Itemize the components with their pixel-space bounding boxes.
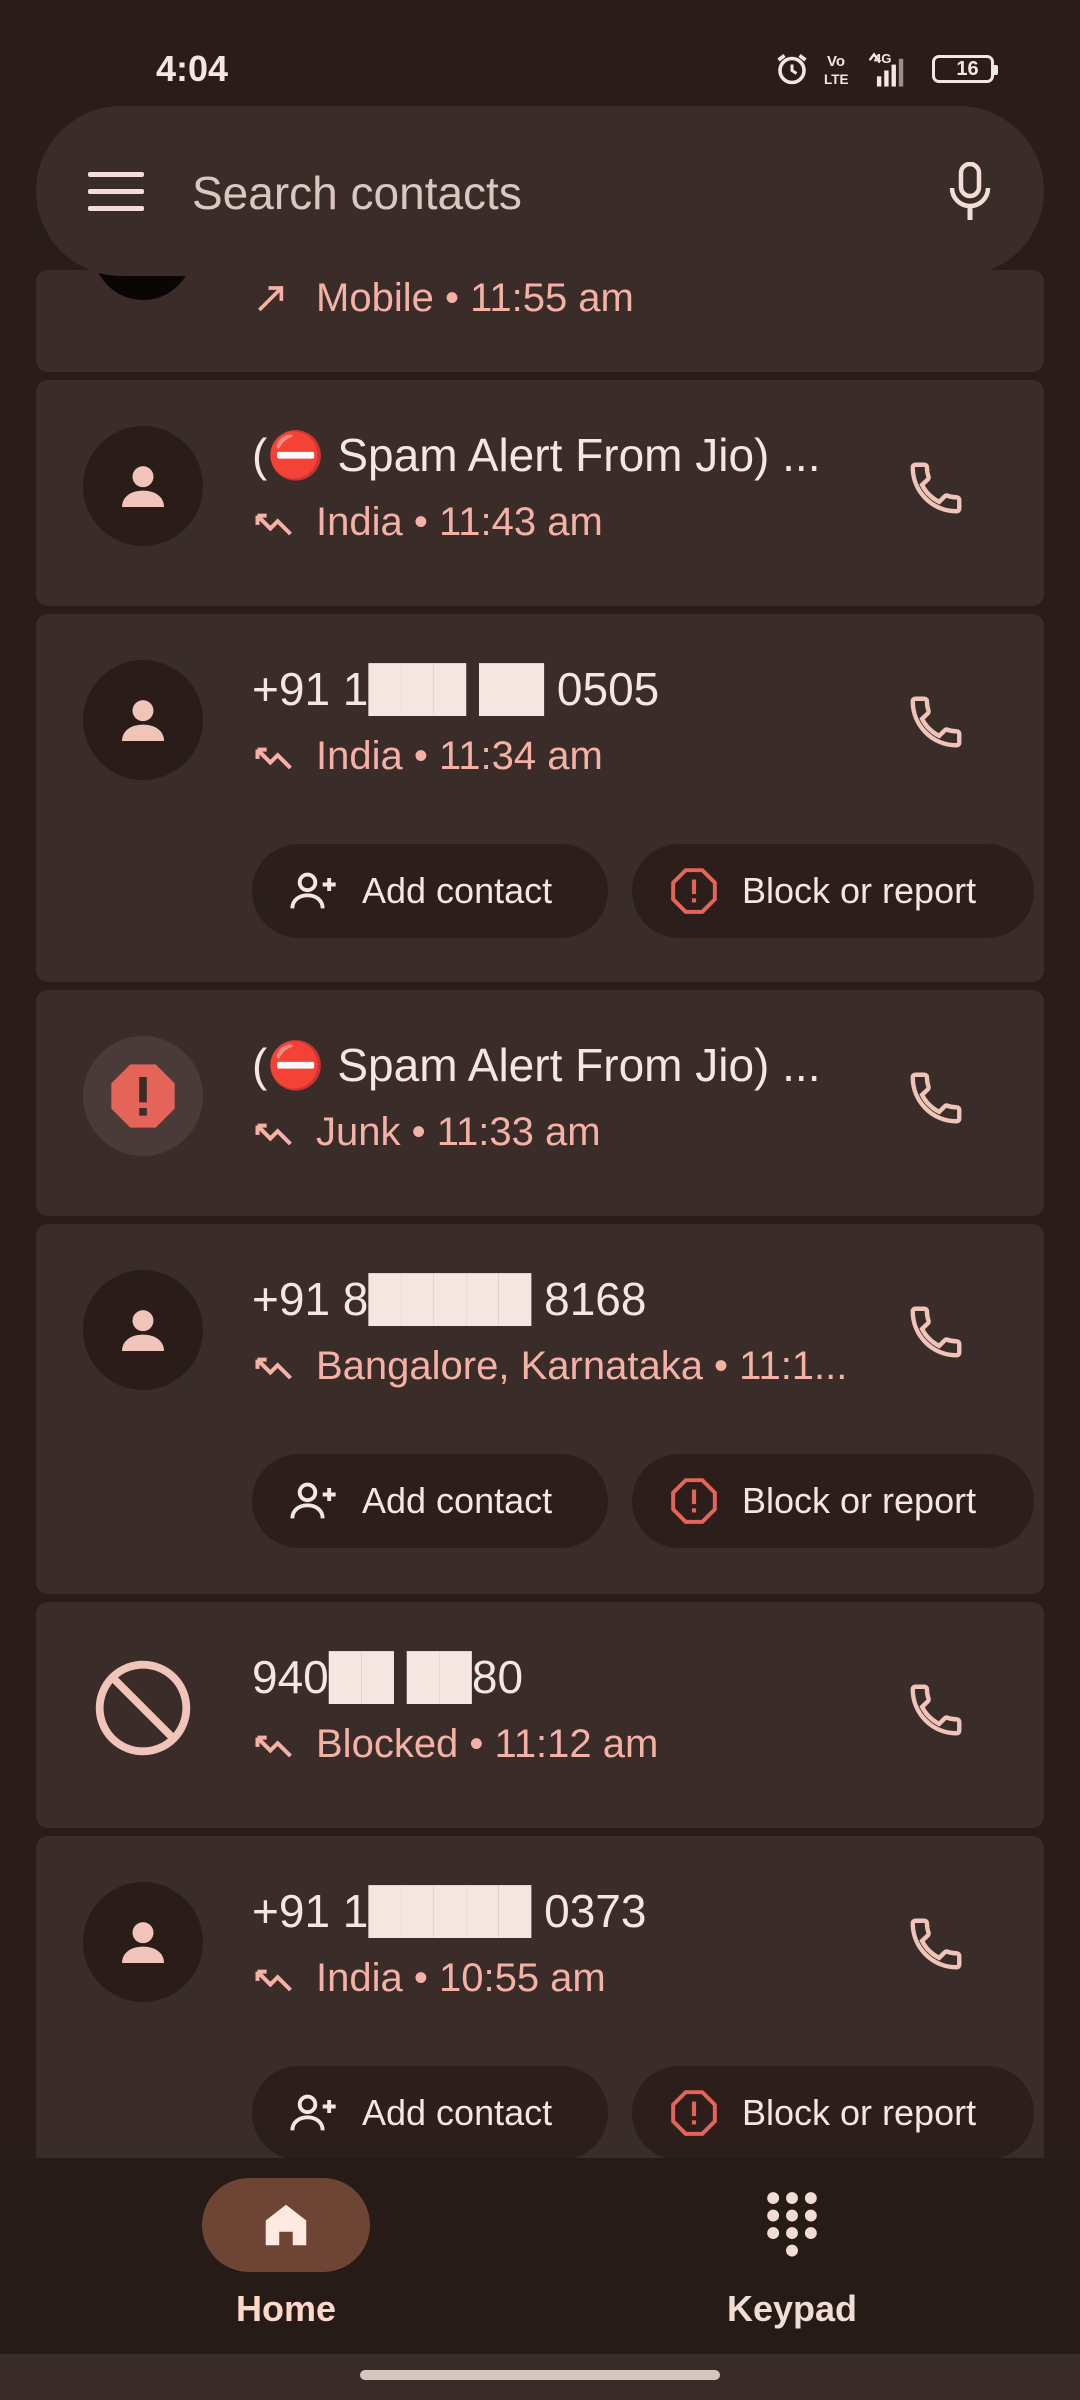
bottom-navigation: Home Keypad bbox=[0, 2158, 1080, 2354]
add-contact-button[interactable]: Add contact bbox=[252, 2066, 608, 2160]
contact-name: +91 1█████ 0373 bbox=[252, 1885, 647, 1937]
action-row: Add contact Block or report bbox=[252, 1454, 1034, 1548]
gesture-area bbox=[0, 2354, 1080, 2400]
block-or-report-button[interactable]: Block or report bbox=[632, 2066, 1034, 2160]
call-log-item[interactable]: 940██ ██80 Blocked • 11:12 am bbox=[36, 1602, 1044, 1828]
avatar bbox=[83, 1882, 203, 2002]
add-person-icon bbox=[288, 2087, 340, 2139]
phone-icon bbox=[910, 1306, 962, 1358]
contact-name: (⛔ Spam Alert From Jio) ... bbox=[252, 1039, 821, 1091]
outgoing-call-icon bbox=[258, 285, 284, 311]
microphone-icon[interactable] bbox=[940, 160, 1000, 224]
person-icon bbox=[122, 1922, 164, 1963]
missed-call-icon bbox=[255, 1123, 292, 1145]
search-bar[interactable]: Search contacts bbox=[36, 106, 1044, 276]
call-log-item[interactable]: Mobile • 11:55 am bbox=[36, 200, 1044, 372]
call-log-item[interactable]: +91 1█████ 0373 India • 10:55 am Add con… bbox=[36, 1836, 1044, 2206]
avatar bbox=[83, 1270, 203, 1390]
nav-home-label: Home bbox=[235, 2288, 337, 2329]
nav-keypad-label: Keypad bbox=[726, 2288, 858, 2329]
search-input[interactable]: Search contacts bbox=[192, 166, 522, 220]
call-subtitle: India • 11:43 am bbox=[252, 500, 912, 545]
add-contact-button[interactable]: Add contact bbox=[252, 844, 608, 938]
add-person-icon bbox=[288, 865, 340, 917]
add-contact-label: Add contact bbox=[362, 2092, 553, 2133]
phone-icon bbox=[910, 1072, 962, 1124]
blocked-icon bbox=[95, 1660, 191, 1756]
missed-call-icon bbox=[255, 1735, 292, 1757]
call-button[interactable] bbox=[900, 452, 972, 524]
contact-name: 940██ ██80 bbox=[252, 1651, 524, 1703]
missed-call-icon bbox=[255, 747, 292, 769]
home-icon bbox=[265, 2204, 307, 2246]
call-subtitle: India • 11:34 am bbox=[252, 734, 912, 779]
nav-home-pill bbox=[202, 2178, 370, 2272]
missed-call-icon bbox=[255, 1357, 292, 1379]
avatar bbox=[83, 1036, 203, 1156]
spam-warning-icon bbox=[111, 1064, 175, 1128]
status-icons: Vo LTE 4G 16 bbox=[774, 50, 998, 88]
report-icon bbox=[668, 2087, 720, 2139]
call-subtitle: Blocked • 11:12 am bbox=[252, 1722, 912, 1767]
call-subtitle: Mobile • 11:55 am bbox=[252, 276, 912, 321]
call-log-item[interactable]: +91 8█████ 8168 Bangalore, Karnataka • 1… bbox=[36, 1224, 1044, 1594]
volte-icon: Vo LTE bbox=[824, 51, 854, 87]
battery-percent: 16 bbox=[956, 57, 979, 80]
contact-name: +91 8█████ 8168 bbox=[252, 1273, 647, 1325]
person-icon bbox=[122, 1310, 164, 1351]
block-or-report-button[interactable]: Block or report bbox=[632, 844, 1034, 938]
action-row: Add contact Block or report bbox=[252, 2066, 1034, 2160]
call-button[interactable] bbox=[900, 1908, 972, 1980]
phone-icon bbox=[910, 1684, 962, 1736]
battery-icon: 16 bbox=[932, 55, 998, 83]
call-subtitle: India • 10:55 am bbox=[252, 1956, 912, 2001]
avatar bbox=[83, 660, 203, 780]
block-or-report-label: Block or report bbox=[742, 2092, 977, 2133]
signal-4g-icon: 4G bbox=[868, 50, 918, 88]
add-contact-label: Add contact bbox=[362, 870, 553, 911]
nav-keypad-pill bbox=[708, 2178, 876, 2272]
call-button[interactable] bbox=[900, 1674, 972, 1746]
add-person-icon bbox=[288, 1475, 340, 1527]
block-or-report-button[interactable]: Block or report bbox=[632, 1454, 1034, 1548]
status-bar: 4:04 Vo LTE 4G 16 bbox=[0, 0, 1080, 100]
status-time: 4:04 bbox=[156, 48, 229, 89]
person-icon bbox=[122, 700, 164, 741]
gesture-handle[interactable] bbox=[360, 2370, 720, 2380]
phone-icon bbox=[910, 1918, 962, 1970]
avatar bbox=[83, 426, 203, 546]
block-or-report-label: Block or report bbox=[742, 1480, 977, 1521]
action-row: Add contact Block or report bbox=[252, 844, 1034, 938]
report-icon bbox=[668, 1475, 720, 1527]
call-button[interactable] bbox=[900, 1062, 972, 1134]
nav-keypad[interactable]: Keypad bbox=[692, 2178, 892, 2330]
add-contact-label: Add contact bbox=[362, 1480, 553, 1521]
nav-home[interactable]: Home bbox=[186, 2178, 386, 2330]
contact-name: +91 1███ ██ 0505 bbox=[252, 663, 660, 715]
call-log-item[interactable]: +91 1███ ██ 0505 India • 11:34 am Add co… bbox=[36, 614, 1044, 982]
missed-call-icon bbox=[255, 513, 292, 535]
contact-name: (⛔ Spam Alert From Jio) ... bbox=[252, 429, 821, 481]
call-log-item[interactable]: (⛔ Spam Alert From Jio) ... Junk • 11:33… bbox=[36, 990, 1044, 1216]
call-button[interactable] bbox=[900, 686, 972, 758]
call-subtitle: Bangalore, Karnataka • 11:1... bbox=[252, 1344, 912, 1389]
report-icon bbox=[668, 865, 720, 917]
alarm-icon bbox=[774, 51, 810, 87]
missed-call-icon bbox=[255, 1969, 292, 1991]
phone-icon bbox=[910, 462, 962, 514]
add-contact-button[interactable]: Add contact bbox=[252, 1454, 608, 1548]
person-icon bbox=[122, 466, 164, 507]
call-subtitle: Junk • 11:33 am bbox=[252, 1110, 912, 1155]
call-log-item[interactable]: (⛔ Spam Alert From Jio) ... India • 11:4… bbox=[36, 380, 1044, 606]
block-or-report-label: Block or report bbox=[742, 870, 977, 911]
svg-text:Vo: Vo bbox=[827, 53, 845, 70]
avatar bbox=[83, 1648, 203, 1768]
menu-icon[interactable] bbox=[88, 164, 144, 220]
dialpad-icon bbox=[767, 2192, 817, 2257]
call-button[interactable] bbox=[900, 1296, 972, 1368]
phone-icon bbox=[910, 696, 962, 748]
svg-text:LTE: LTE bbox=[824, 72, 849, 87]
